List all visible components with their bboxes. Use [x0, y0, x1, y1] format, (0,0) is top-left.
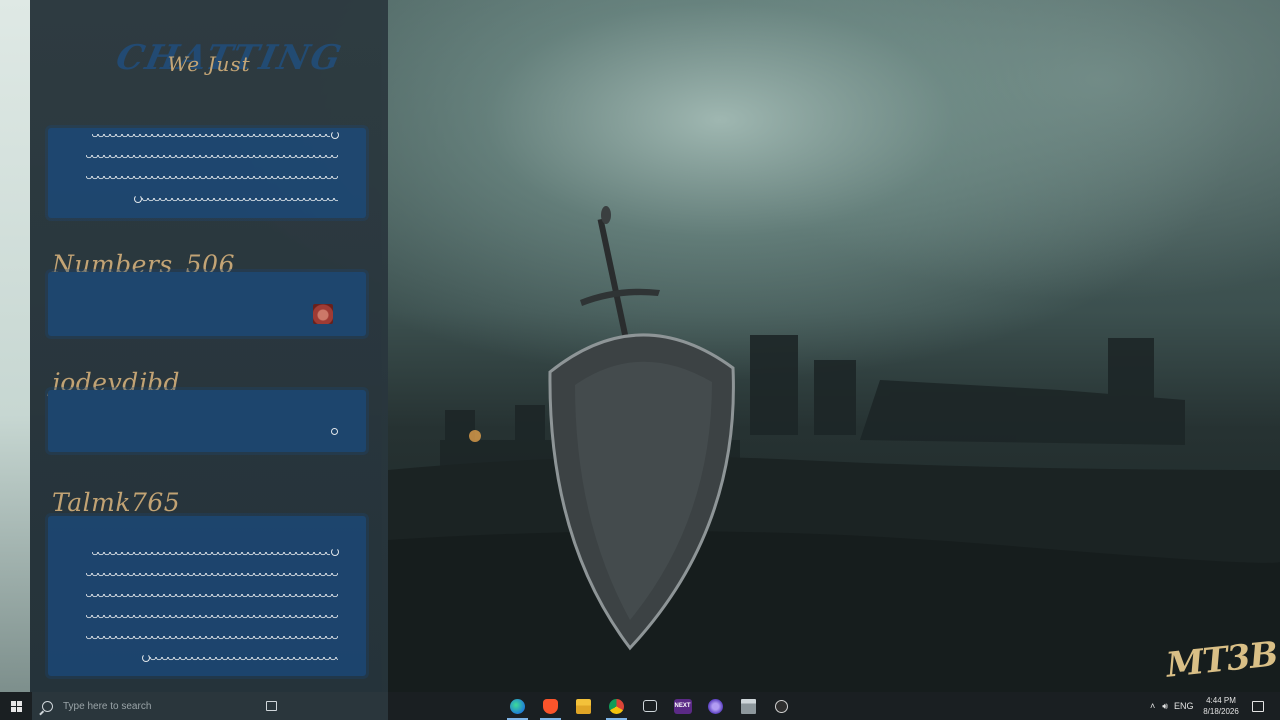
- chat-emote-icon: [313, 304, 333, 324]
- message-text-line: [86, 594, 338, 602]
- task-view-icon[interactable]: [266, 701, 277, 711]
- message-text-line: [92, 552, 330, 560]
- chat-author-name: Talmk765: [52, 488, 181, 517]
- chat-overlay-panel: CHATTING We Just Numbers_506 jodevdjbd T…: [30, 0, 388, 692]
- chat-message: [48, 390, 366, 452]
- taskbar-app-brave[interactable]: [534, 692, 567, 720]
- taskbar-clock[interactable]: 4:44 PM 8/18/2026: [1196, 695, 1246, 717]
- taskbar-app-edge[interactable]: [501, 692, 534, 720]
- obs-icon: [775, 699, 788, 713]
- message-text-end: [331, 131, 339, 139]
- chevron-up-icon[interactable]: ˄: [1150, 701, 1155, 711]
- volume-icon[interactable]: 🔊︎: [1162, 701, 1168, 712]
- message-text-dot: [331, 428, 338, 435]
- edge-icon: [510, 698, 525, 714]
- taskbar-app-next[interactable]: NEXT: [666, 692, 699, 720]
- taskbar-app-xbox[interactable]: [633, 692, 666, 720]
- taskbar-app-obs[interactable]: [765, 692, 798, 720]
- chrome-icon: [609, 698, 624, 714]
- window-app-icon: [741, 698, 756, 714]
- chat-title: We Just: [30, 52, 388, 82]
- taskbar-app-chrome[interactable]: [600, 692, 633, 720]
- chat-message: [48, 516, 366, 676]
- game-launcher-icon: [708, 698, 723, 714]
- message-text-line: [86, 155, 338, 163]
- clock-date: 8/18/2026: [1203, 707, 1239, 716]
- message-text-end: [331, 548, 339, 556]
- next-app-icon: NEXT: [673, 698, 692, 714]
- search-input[interactable]: [61, 699, 225, 713]
- start-button[interactable]: [0, 692, 32, 720]
- message-text-line: [86, 636, 338, 644]
- clock-time: 4:44 PM: [1206, 696, 1236, 705]
- taskbar-app-game-launcher[interactable]: [699, 692, 732, 720]
- chat-title-text: We Just: [167, 52, 251, 76]
- taskbar-search[interactable]: [32, 692, 388, 720]
- message-text-line: [86, 573, 338, 581]
- taskbar-app-window[interactable]: [732, 692, 765, 720]
- message-text-end: [142, 654, 150, 662]
- taskbar: NEXT ˄ 🔊︎ ENG 4:44 PM 8/18/2026: [0, 692, 1280, 720]
- message-text-line: [150, 657, 338, 665]
- taskbar-app-file-explorer[interactable]: [567, 692, 600, 720]
- search-icon: [42, 700, 53, 712]
- notification-center-button[interactable]: [1252, 692, 1264, 720]
- windows-logo-icon: [10, 700, 22, 712]
- message-text-end: [134, 195, 142, 203]
- file-explorer-icon: [576, 698, 591, 714]
- brave-icon: [543, 698, 558, 714]
- xbox-icon: [642, 700, 657, 712]
- chat-message: [48, 128, 366, 218]
- message-text-line: [142, 198, 338, 206]
- message-text-line: [86, 615, 338, 623]
- chat-message: [48, 272, 366, 336]
- message-text-line: [86, 176, 338, 184]
- language-indicator[interactable]: ENG: [1174, 701, 1194, 711]
- wallpaper-sky-edge: [0, 0, 30, 692]
- notification-icon: [1252, 700, 1264, 712]
- system-tray: ˄ 🔊︎ ENG: [1150, 692, 1193, 720]
- message-text-line: [92, 134, 330, 142]
